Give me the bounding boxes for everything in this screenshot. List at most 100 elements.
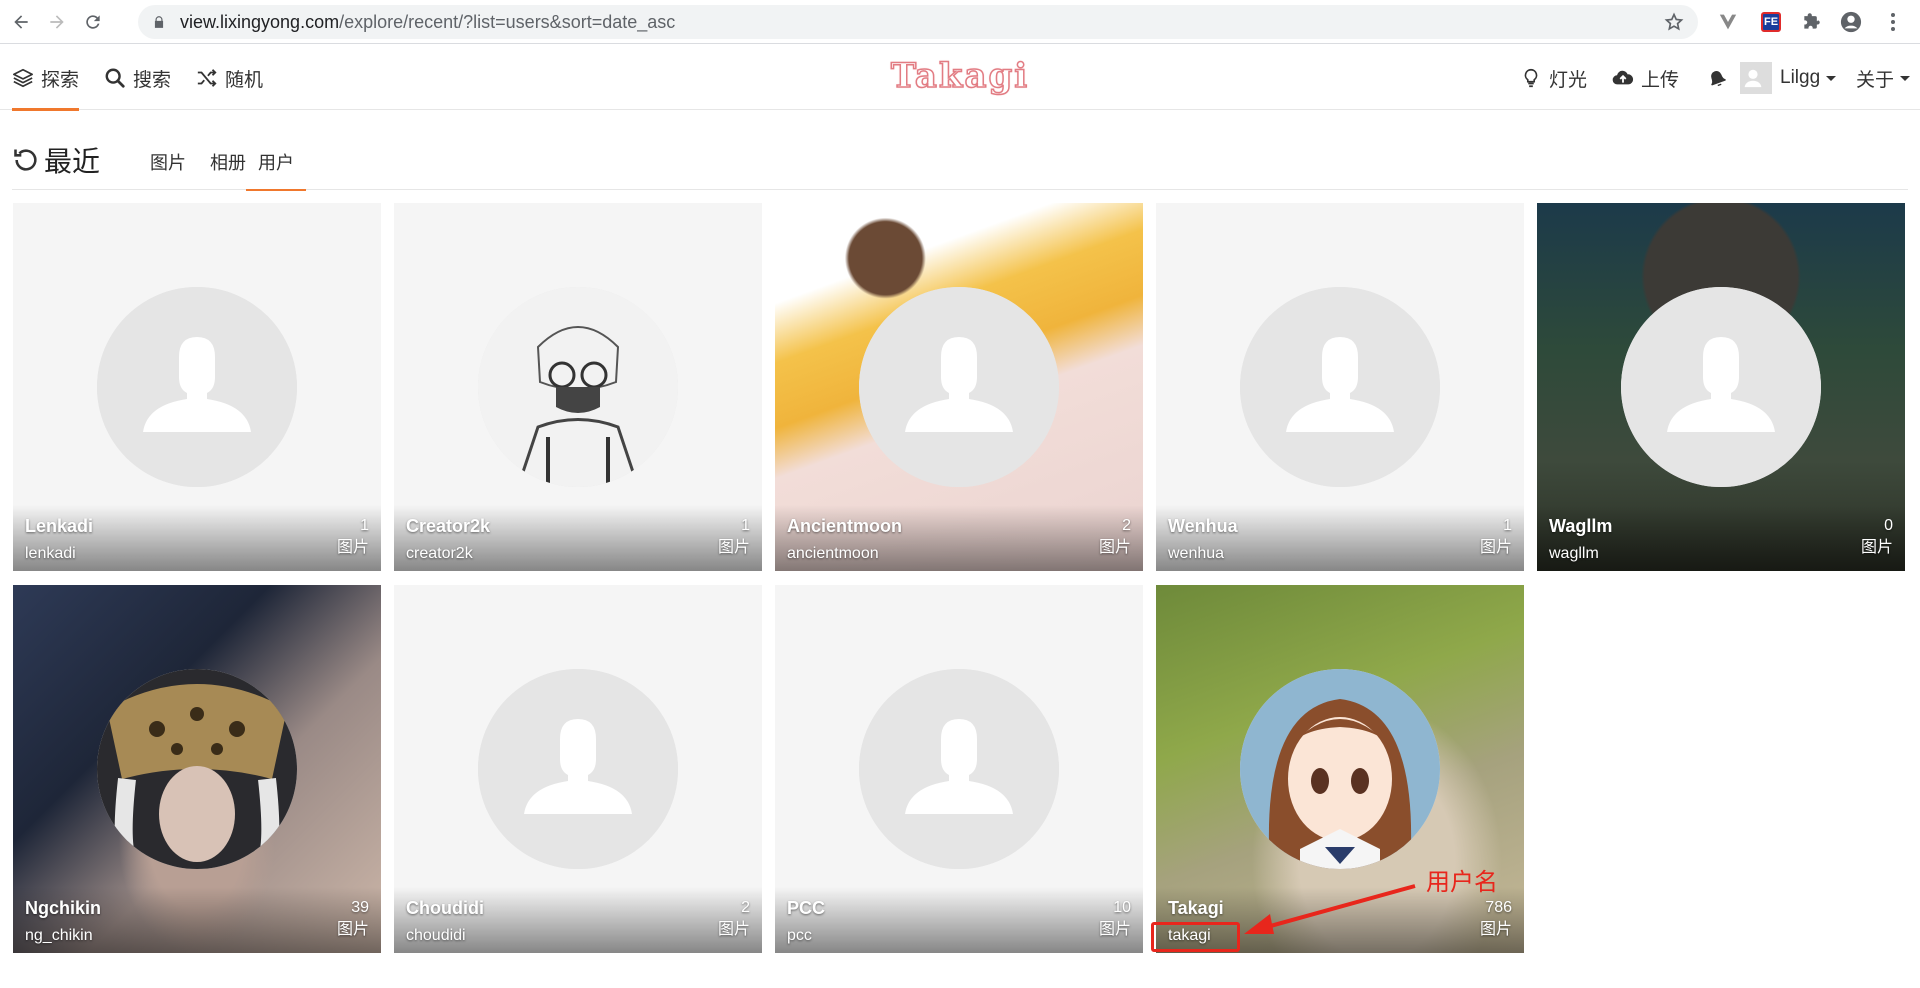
page-title: 最近 <box>12 140 100 180</box>
user-silhouette-icon <box>1744 69 1761 88</box>
nav-about-label: 关于 <box>1856 69 1895 91</box>
anime-girl-takagi-avatar-icon[interactable] <box>1240 669 1440 869</box>
nav-search[interactable]: 搜索 <box>104 46 171 110</box>
nav-random[interactable]: 随机 <box>196 46 263 110</box>
puzzle-extensions-icon[interactable] <box>1800 11 1822 33</box>
user-card-info: Ngchikin ng_chikin 39 图片 <box>13 887 381 953</box>
user-image-count-label: 图片 <box>717 921 750 938</box>
user-username: ng_chikin <box>25 927 93 944</box>
avatar <box>1740 62 1772 94</box>
annotation-label: 用户名 <box>1426 869 1498 896</box>
nav-random-label: 随机 <box>225 69 264 91</box>
url-path: /explore/recent/?list=users&sort=date_as… <box>339 11 676 32</box>
user-display-name[interactable]: Wenhua <box>1168 516 1238 537</box>
back-button[interactable] <box>6 7 36 37</box>
forward-button[interactable] <box>42 7 72 37</box>
chevron-down-icon <box>1826 75 1837 81</box>
user-username: wagllm <box>1549 545 1599 562</box>
nav-upload[interactable]: 上传 <box>1612 46 1679 110</box>
user-display-name[interactable]: Lenkadi <box>25 516 93 537</box>
user-display-name[interactable]: Wagllm <box>1549 516 1612 537</box>
default-user-avatar-icon[interactable] <box>478 669 678 869</box>
user-username: wenhua <box>1168 545 1225 562</box>
user-card-info: Wenhua wenhua 1 图片 <box>1156 505 1524 571</box>
tab-images-label: 图片 <box>150 153 186 173</box>
user-card[interactable]: Choudidi choudidi 2 图片 <box>394 585 762 953</box>
user-image-count-label: 图片 <box>336 539 369 556</box>
annotation-arrow-icon <box>1244 884 1416 934</box>
user-username: pcc <box>787 927 812 944</box>
user-display-name[interactable]: Choudidi <box>406 898 484 919</box>
address-bar[interactable]: view.lixingyong.com/explore/recent/?list… <box>138 5 1698 39</box>
user-card[interactable]: Creator2k creator2k 1 图片 <box>394 203 762 571</box>
reload-button[interactable] <box>78 7 108 37</box>
user-card[interactable]: Wagllm wagllm 0 图片 <box>1537 203 1905 571</box>
shuffle-icon <box>197 69 217 87</box>
user-username: lenkadi <box>25 545 76 562</box>
sketch-boy-avatar-icon[interactable] <box>478 287 678 487</box>
nav-upload-label: 上传 <box>1641 69 1680 91</box>
user-display-name[interactable]: Ngchikin <box>25 898 101 919</box>
golden-mask-avatar-icon[interactable] <box>97 669 297 869</box>
user-image-count-label: 图片 <box>336 921 369 938</box>
arrow-right-icon <box>50 14 64 29</box>
default-user-avatar-icon[interactable] <box>859 669 1059 869</box>
logo-text[interactable]: Takagi <box>890 55 1029 97</box>
arrow-left-icon <box>14 14 28 29</box>
nav-explore[interactable]: 探索 <box>12 46 80 111</box>
tab-albums-label: 相册 <box>210 153 246 173</box>
user-display-name[interactable]: Takagi <box>1168 898 1224 919</box>
default-user-avatar-icon[interactable] <box>97 287 297 487</box>
url-host: view.lixingyong.com <box>180 11 340 32</box>
nav-explore-label: 探索 <box>41 69 80 91</box>
user-card[interactable]: PCC pcc 10 图片 <box>775 585 1143 953</box>
nav-light[interactable]: 灯光 <box>1520 46 1587 110</box>
tab-images[interactable]: 图片 <box>138 134 198 190</box>
user-card-info: Choudidi choudidi 2 图片 <box>394 887 762 953</box>
search-icon <box>105 68 125 88</box>
user-card-info: PCC pcc 10 图片 <box>775 887 1143 953</box>
profile-icon[interactable] <box>1840 11 1862 33</box>
browser-toolbar: view.lixingyong.com/explore/recent/?list… <box>0 0 1920 44</box>
user-username: choudidi <box>406 927 466 944</box>
bell-icon <box>1711 71 1726 87</box>
user-username: creator2k <box>406 545 473 562</box>
explore-subnav: 最近 图片 相册 用户 <box>12 134 1908 191</box>
user-display-name[interactable]: Creator2k <box>406 516 490 537</box>
user-display-name[interactable]: Ancientmoon <box>787 516 902 537</box>
notifications-button[interactable] <box>1706 46 1735 110</box>
user-image-count-label: 图片 <box>1860 539 1893 556</box>
chevron-down-icon <box>1900 75 1911 81</box>
annotation-highlight-box <box>1151 922 1240 952</box>
user-card[interactable]: Ancientmoon ancientmoon 2 图片 <box>775 203 1143 571</box>
default-user-avatar-icon[interactable] <box>1240 287 1440 487</box>
user-menu[interactable]: Lilgg <box>1740 46 1837 110</box>
reload-icon <box>86 14 100 29</box>
user-username: ancientmoon <box>787 545 879 562</box>
nav-about[interactable]: 关于 <box>1856 46 1911 110</box>
user-menu-label: Lilgg <box>1780 67 1821 88</box>
nav-search-label: 搜索 <box>133 69 172 91</box>
vue-extension-icon[interactable] <box>1717 11 1739 33</box>
lightbulb-icon <box>1524 68 1538 88</box>
nav-light-label: 灯光 <box>1549 69 1588 91</box>
page-title-text: 最近 <box>44 146 101 177</box>
layers-icon <box>13 68 33 88</box>
bookmark-star-icon[interactable] <box>1664 12 1684 32</box>
kebab-menu-icon[interactable] <box>1882 11 1904 33</box>
user-image-count-label: 图片 <box>1098 539 1131 556</box>
user-card-info: Creator2k creator2k 1 图片 <box>394 505 762 571</box>
tab-users-label: 用户 <box>258 153 294 173</box>
user-card[interactable]: Ngchikin ng_chikin 39 图片 <box>13 585 381 953</box>
default-user-avatar-icon[interactable] <box>1621 287 1821 487</box>
user-card-info: Lenkadi lenkadi 1 图片 <box>13 505 381 571</box>
tab-users[interactable]: 用户 <box>246 134 306 191</box>
default-user-avatar-icon[interactable] <box>859 287 1059 487</box>
user-image-count-label: 图片 <box>717 539 750 556</box>
fe-extension-icon[interactable]: FE <box>1760 11 1782 33</box>
user-display-name[interactable]: PCC <box>787 898 825 919</box>
user-card[interactable]: Lenkadi lenkadi 1 图片 <box>13 203 381 571</box>
user-card-info: Wagllm wagllm 0 图片 <box>1537 505 1905 571</box>
user-card[interactable]: Wenhua wenhua 1 图片 <box>1156 203 1524 571</box>
cloud-upload-icon <box>1612 70 1634 85</box>
